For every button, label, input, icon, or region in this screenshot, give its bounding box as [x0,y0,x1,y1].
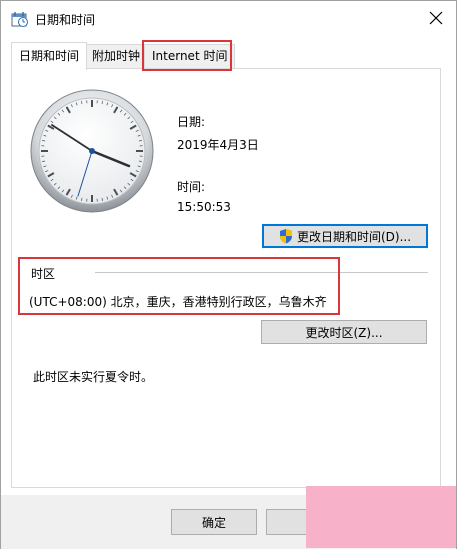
close-icon [429,11,443,25]
close-button[interactable] [422,6,450,30]
tab-date-and-time[interactable]: 日期和时间 [11,42,88,70]
watermark-overlay [306,486,456,548]
change-date-time-button[interactable]: 更改日期和时间(D)... [262,224,428,248]
timezone-highlight-box [18,257,340,315]
tab-additional-clocks[interactable]: 附加时钟 [84,44,149,68]
dst-note: 此时区未实行夏令时。 [33,370,154,384]
cancel-button[interactable] [266,509,306,535]
window-title: 日期和时间 [35,13,96,27]
uac-shield-icon [279,229,292,244]
tab-strip: 日期和时间 附加时钟 Internet 时间 [11,40,441,71]
analog-clock [30,89,154,213]
tab-internet-time[interactable]: Internet 时间 [144,44,236,68]
clock-app-icon [11,11,29,27]
time-value: 15:50:53 [177,200,231,214]
title-bar: 日期和时间 [1,1,456,35]
ok-button[interactable]: 确定 [171,509,257,535]
time-label: 时间: [177,180,206,194]
change-timezone-button[interactable]: 更改时区(Z)... [261,320,427,344]
change-date-time-label: 更改日期和时间(D)... [296,229,412,244]
date-value: 2019年4月3日 [177,138,259,152]
date-label: 日期: [177,115,206,129]
date-time-dialog: 日期和时间 日期和时间 附加时钟 Internet 时间 日期: 2019年4月… [0,0,457,549]
